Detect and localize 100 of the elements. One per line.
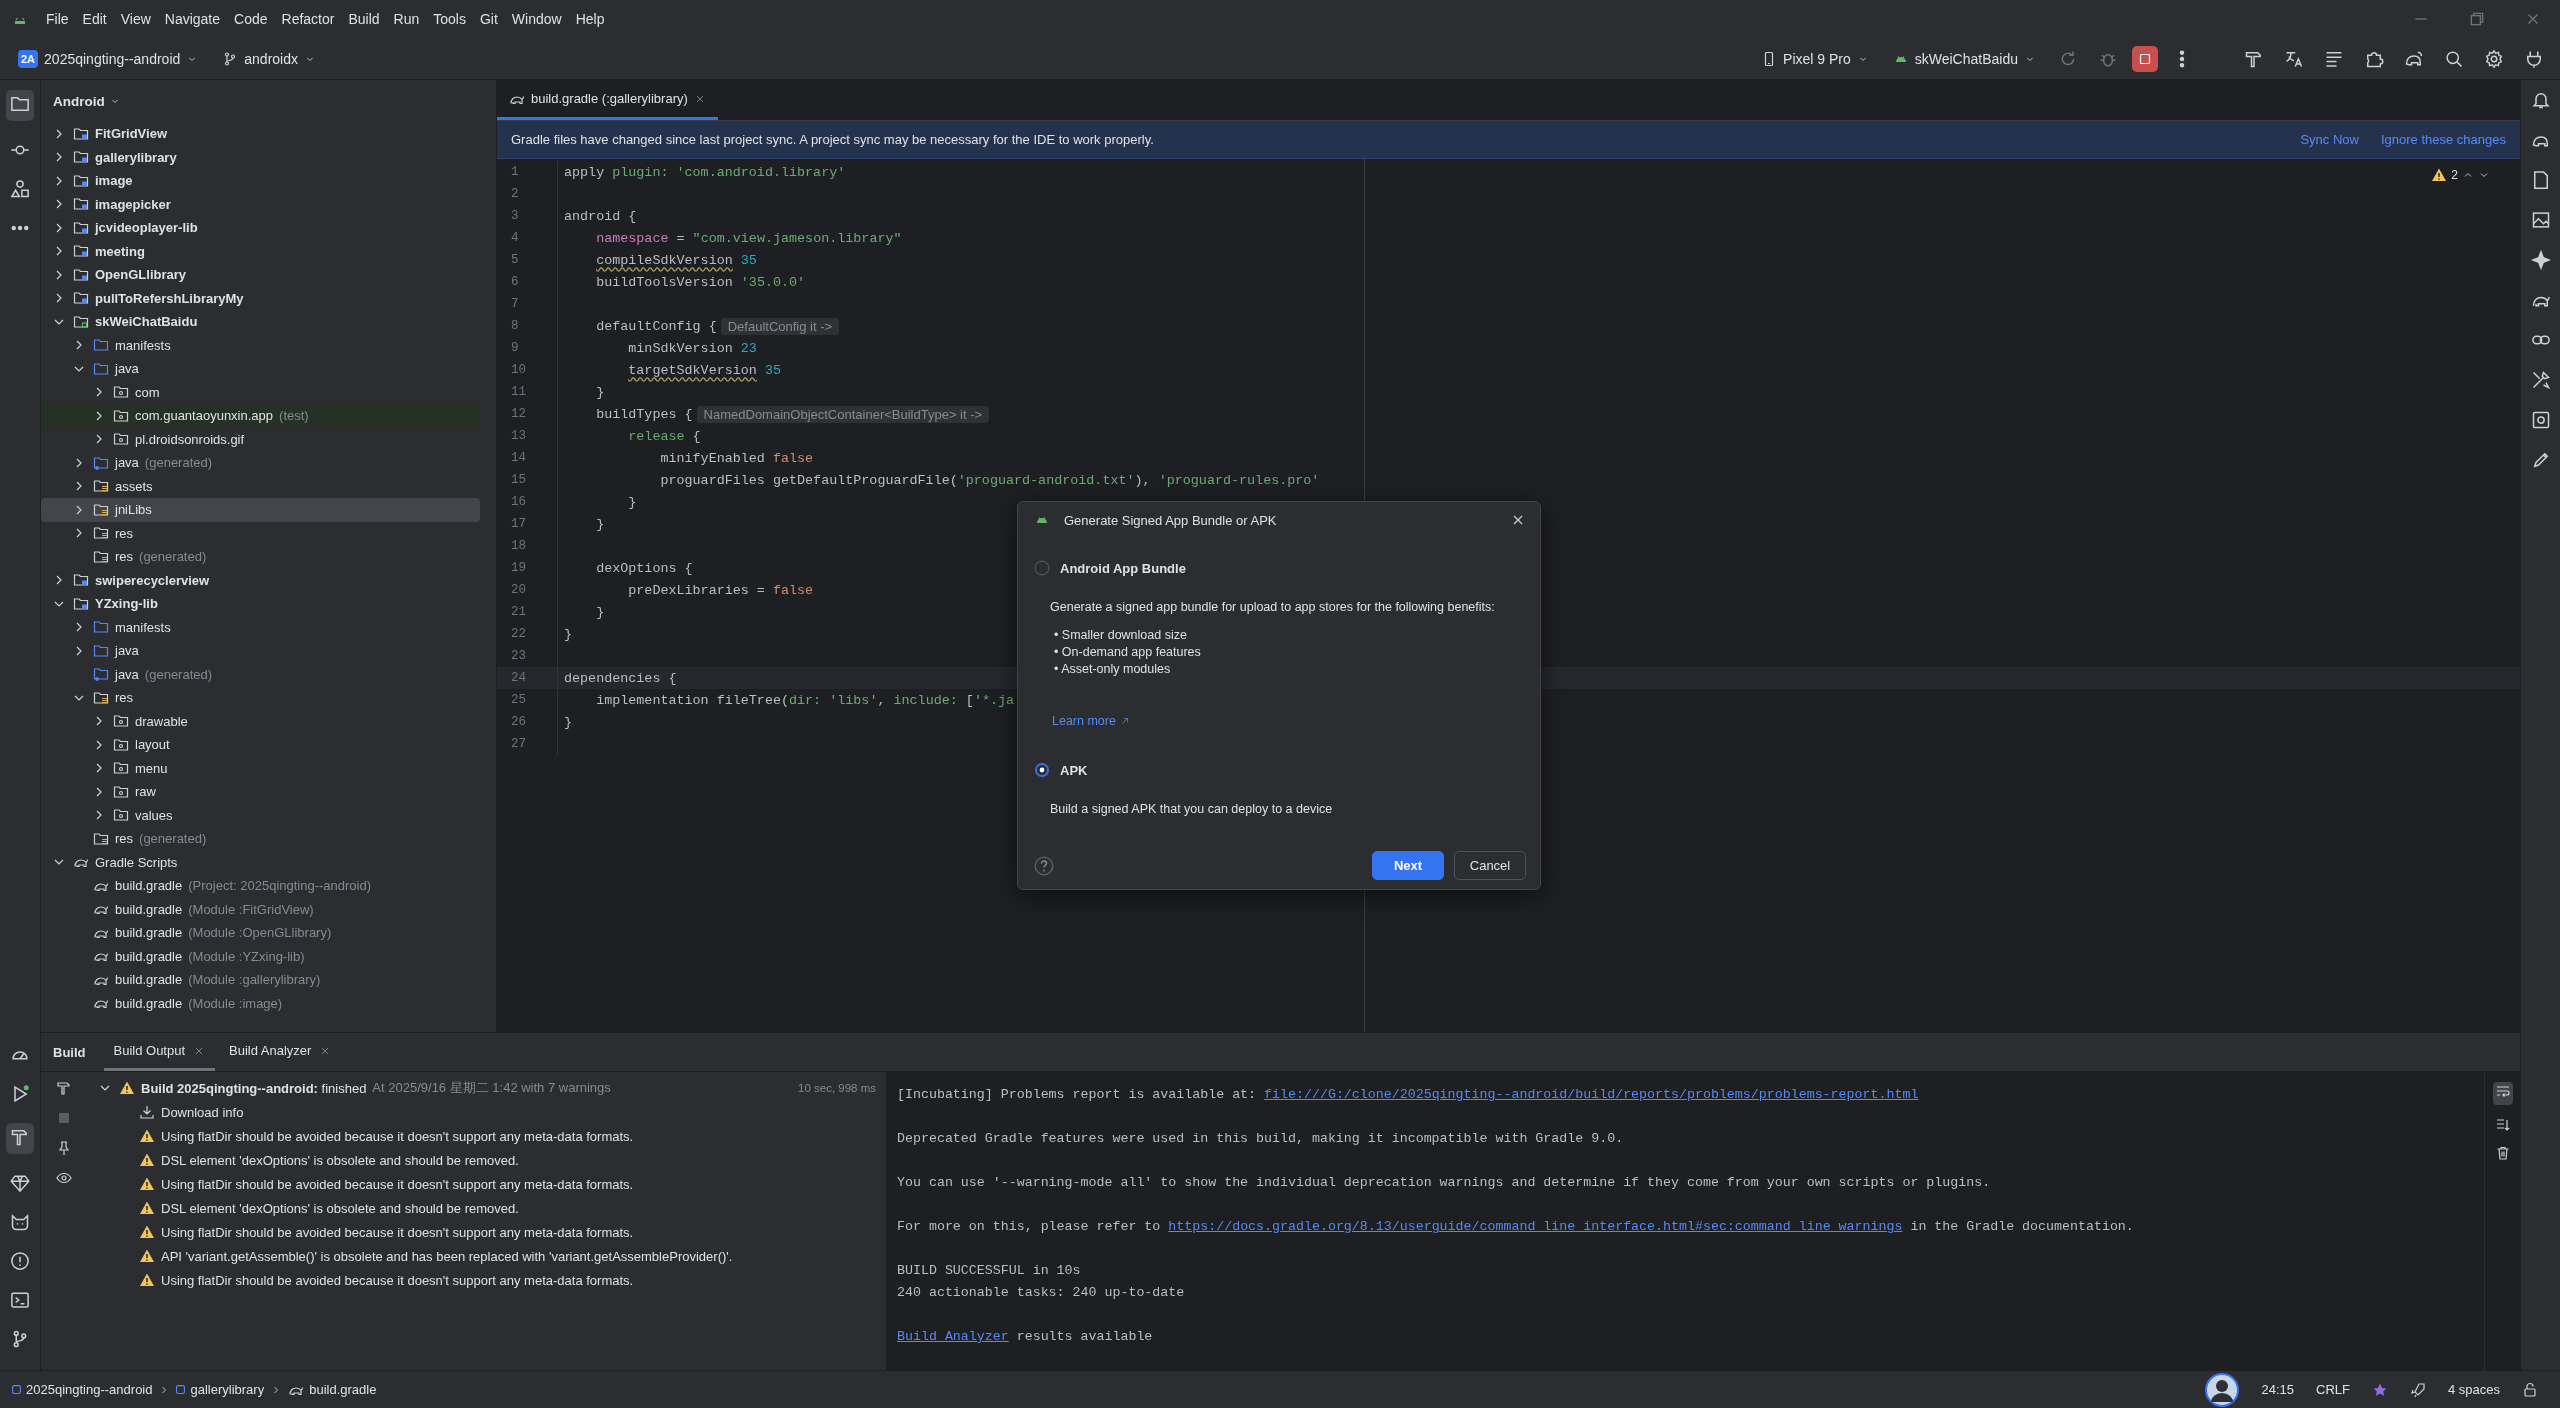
- tree-item[interactable]: layout: [41, 733, 480, 757]
- tree-item[interactable]: jcvideoplayer-lib: [41, 216, 480, 240]
- tree-item[interactable]: Download info: [87, 1100, 886, 1124]
- avatar[interactable]: [2205, 1372, 2240, 1407]
- tree-item[interactable]: Using flatDir should be avoided because it doesn't support any meta-data formats.: [87, 1172, 886, 1196]
- hammer-icon[interactable]: [56, 1080, 72, 1096]
- tree-item[interactable]: gallerylibrary: [41, 145, 480, 169]
- banner-link[interactable]: Ignore these changes: [2380, 132, 2506, 147]
- link[interactable]: https://docs.gradle.org/8.13/userguide/command_line_interface.html#sec:command_line_warnings: [1168, 1219, 1903, 1234]
- search-icon[interactable]: [2444, 48, 2464, 69]
- top-nav-item[interactable]: View: [114, 8, 157, 30]
- panel-tab[interactable]: Build Analyzer: [219, 1033, 342, 1071]
- tree-item[interactable]: res: [41, 686, 480, 710]
- pin-icon[interactable]: [56, 1140, 72, 1156]
- scroll-to-end-icon[interactable]: [2494, 1117, 2511, 1133]
- sparkle-icon[interactable]: [2530, 250, 2551, 270]
- cat-icon[interactable]: [10, 1212, 30, 1232]
- banner-link[interactable]: Sync Now: [2300, 132, 2359, 147]
- breadcrumb[interactable]: build.gradle: [288, 1381, 377, 1398]
- tree-item[interactable]: build.gradle (Module :OpenGLlibrary): [41, 921, 480, 945]
- tree-item[interactable]: jniLibs: [41, 498, 480, 522]
- tree-item[interactable]: java (generated): [41, 451, 480, 475]
- top-nav-item[interactable]: Help: [569, 8, 611, 30]
- run-config-selector[interactable]: skWeiChatBaidu: [1884, 45, 2044, 72]
- project-view-selector[interactable]: Android: [53, 93, 105, 109]
- eye-icon[interactable]: [56, 1170, 72, 1186]
- inspect-icon[interactable]: [2530, 410, 2551, 430]
- top-nav-item[interactable]: Edit: [76, 8, 113, 30]
- tree-item[interactable]: imagepicker: [41, 192, 480, 216]
- gem-icon[interactable]: [10, 1173, 30, 1193]
- top-nav-item[interactable]: Build: [342, 8, 386, 30]
- tree-item[interactable]: drawable: [41, 709, 480, 733]
- tree-item[interactable]: Using flatDir should be avoided because it doesn't support any meta-data formats.: [87, 1220, 886, 1244]
- tree-item[interactable]: res (generated): [41, 827, 480, 851]
- tree-item[interactable]: image: [41, 169, 480, 193]
- tree-item[interactable]: manifests: [41, 333, 480, 357]
- tree-item[interactable]: Using flatDir should be avoided because it doesn't support any meta-data formats.: [87, 1124, 886, 1148]
- tree-item[interactable]: res: [41, 521, 480, 545]
- option-label[interactable]: Android App Bundle: [1060, 560, 1186, 576]
- learn-more-link[interactable]: Learn more: [1052, 714, 1130, 728]
- option-label[interactable]: APK: [1060, 762, 1088, 778]
- tools-icon[interactable]: [2530, 370, 2551, 390]
- tree-item[interactable]: build.gradle (Module :YZxing-lib): [41, 944, 480, 968]
- tree-item[interactable]: FitGridView: [41, 122, 480, 146]
- line-ending[interactable]: CRLF: [2316, 1382, 2350, 1397]
- tree-item[interactable]: Build 2025qingting--android: finished At 2025/9/16 星期二 1:42 with 7 warnings 10 sec, 998 ms: [87, 1076, 886, 1100]
- tree-item[interactable]: skWeiChatBaidu: [41, 310, 480, 334]
- lock-icon[interactable]: [2522, 1381, 2538, 1398]
- tree-item[interactable]: swiperecyclerview: [41, 568, 480, 592]
- top-nav-item[interactable]: Window: [505, 8, 568, 30]
- tree-item[interactable]: build.gradle (Module :FitGridView): [41, 897, 480, 921]
- help-icon[interactable]: [1034, 855, 1054, 876]
- tree-item[interactable]: manifests: [41, 615, 480, 639]
- hammer-icon[interactable]: [10, 1127, 30, 1147]
- branch-selector[interactable]: androidx: [214, 45, 324, 72]
- breadcrumb[interactable]: gallerylibrary: [176, 1382, 265, 1397]
- tree-item[interactable]: java: [41, 357, 480, 381]
- tree-item[interactable]: values: [41, 803, 480, 827]
- link[interactable]: Build Analyzer: [897, 1329, 1009, 1344]
- radio-button[interactable]: [1034, 560, 1050, 576]
- tree-item[interactable]: raw: [41, 780, 480, 804]
- restore-icon[interactable]: [2468, 10, 2486, 28]
- bell-icon[interactable]: [2530, 90, 2551, 110]
- tree-item[interactable]: API 'variant.getAssemble()' is obsolete and has been replaced with 'variant.getAssembleProvider()'.: [87, 1244, 886, 1268]
- tree-item[interactable]: DSL element 'dexOptions' is obsolete and should be removed.: [87, 1148, 886, 1172]
- secondary-button[interactable]: Cancel: [1454, 851, 1526, 880]
- top-nav-item[interactable]: Code: [228, 8, 274, 30]
- tree-item[interactable]: assets: [41, 474, 480, 498]
- warning-circle-icon[interactable]: [10, 1251, 30, 1271]
- tree-item[interactable]: com: [41, 380, 480, 404]
- tree-item[interactable]: build.gradle (Module :image): [41, 991, 480, 1015]
- project-selector[interactable]: 2A 2025qingting--android: [10, 44, 207, 73]
- top-nav-item[interactable]: Navigate: [158, 8, 227, 30]
- panel-tab[interactable]: Build Output: [103, 1033, 216, 1071]
- tree-item[interactable]: OpenGLlibrary: [41, 263, 480, 287]
- tree-item[interactable]: java: [41, 639, 480, 663]
- tree-item[interactable]: build.gradle (Module :gallerylibrary): [41, 968, 480, 992]
- tree-item[interactable]: res (generated): [41, 545, 480, 569]
- tree-item[interactable]: DSL element 'dexOptions' is obsolete and should be removed.: [87, 1196, 886, 1220]
- top-nav-item[interactable]: Tools: [427, 8, 472, 30]
- top-nav-item[interactable]: Refactor: [275, 8, 341, 30]
- top-nav-item[interactable]: Git: [473, 8, 504, 30]
- tree-item[interactable]: YZxing-lib: [41, 592, 480, 616]
- top-nav-item[interactable]: File: [40, 8, 75, 30]
- problem-count[interactable]: 2: [2451, 168, 2458, 182]
- cursor-position[interactable]: 24:15: [2261, 1382, 2294, 1397]
- tree-item[interactable]: java (generated): [41, 662, 480, 686]
- tree-item[interactable]: meeting: [41, 239, 480, 263]
- radio-button[interactable]: [1034, 762, 1050, 778]
- link[interactable]: file:///G:/clone/2025qingting--android/build/reports/problems/problems-report.html: [1264, 1087, 1919, 1102]
- tree-item[interactable]: com.guantaoyunxin.app (test): [41, 404, 480, 428]
- tree-item[interactable]: pl.droidsonroids.gif: [41, 427, 480, 451]
- tree-item[interactable]: Gradle Scripts: [41, 850, 480, 874]
- tree-item[interactable]: build.gradle (Project: 2025qingting--android): [41, 874, 480, 898]
- tree-item[interactable]: pullToRefershLibraryMy: [41, 286, 480, 310]
- structure-icon[interactable]: [10, 179, 30, 199]
- terminal-icon[interactable]: [10, 1290, 30, 1310]
- tree-item[interactable]: menu: [41, 756, 480, 780]
- top-nav-item[interactable]: Run: [387, 8, 426, 30]
- folder-icon[interactable]: [10, 94, 30, 114]
